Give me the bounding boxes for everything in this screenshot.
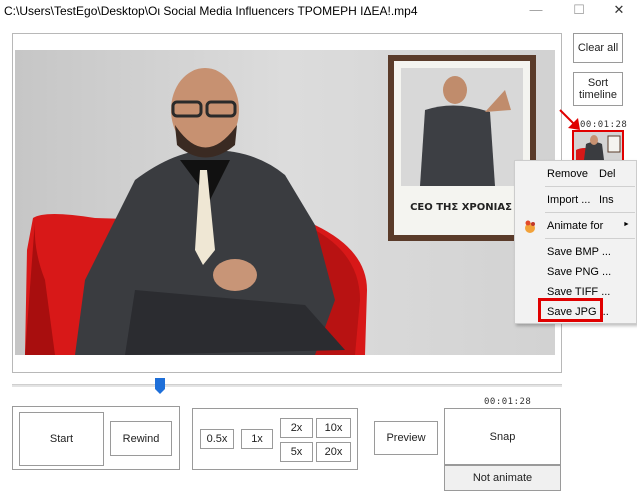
menu-item-remove[interactable]: Remove Del [515, 164, 637, 184]
menu-item-import[interactable]: Import ... Ins [515, 190, 637, 210]
menu-separator [545, 186, 635, 187]
menu-item-label: Save PNG ... [547, 266, 612, 278]
menu-item-save-bmp[interactable]: Save BMP ... [515, 242, 637, 262]
snap-timecode: 00:01:28 [484, 397, 532, 407]
timeline-thumbnail[interactable] [572, 130, 624, 162]
menu-separator [545, 212, 635, 213]
speed-10x-button[interactable]: 10x [316, 418, 351, 438]
not-animate-button[interactable]: Not animate [444, 465, 561, 491]
poster-caption: CEO ΤΗΣ ΧΡΟΝΙΑΣ [410, 202, 512, 213]
menu-item-label: Import ... [547, 194, 591, 206]
preview-button[interactable]: Preview [374, 421, 438, 455]
speed-0-5x-button[interactable]: 0.5x [200, 429, 234, 449]
pointer-arrow-icon [559, 109, 580, 130]
video-preview[interactable]: CEO ΤΗΣ ΧΡΟΝΙΑΣ [15, 50, 555, 355]
start-button[interactable]: Start [19, 412, 104, 466]
maximize-button[interactable]: ☐ [564, 0, 594, 22]
submenu-arrow-icon: ► [623, 221, 630, 228]
speed-2x-button[interactable]: 2x [280, 418, 313, 438]
window-title: C:\Users\TestEgo\Desktop\Οι Social Media… [4, 4, 418, 18]
menu-item-animate-for[interactable]: Animate for ► [515, 216, 637, 236]
speed-1x-button[interactable]: 1x [241, 429, 273, 449]
minimize-button[interactable]: — [521, 0, 551, 22]
menu-item-shortcut: Ins [599, 194, 614, 206]
sort-timeline-button[interactable]: Sort timeline [573, 72, 623, 106]
menu-item-label: Animate for [547, 220, 604, 232]
menu-separator [545, 238, 635, 239]
seek-slider-track[interactable] [12, 384, 562, 387]
save-jpg-highlight [538, 298, 603, 322]
animate-icon [525, 220, 535, 233]
menu-item-shortcut: Del [599, 168, 616, 180]
rewind-button[interactable]: Rewind [110, 421, 172, 456]
close-button[interactable]: ✕ [604, 0, 634, 22]
speed-5x-button[interactable]: 5x [280, 442, 313, 462]
clear-all-button[interactable]: Clear all [573, 33, 623, 63]
snap-button[interactable]: Snap [444, 408, 561, 465]
speed-20x-button[interactable]: 20x [316, 442, 351, 462]
menu-item-label: Save BMP ... [547, 246, 611, 258]
seek-slider-thumb[interactable] [155, 378, 165, 394]
thumbnail-timecode: 00:01:28 [580, 120, 628, 130]
menu-item-save-png[interactable]: Save PNG ... [515, 262, 637, 282]
thumbnail-image [574, 132, 622, 160]
title-bar: C:\Users\TestEgo\Desktop\Οι Social Media… [0, 0, 637, 22]
menu-item-label: Save TIFF ... [547, 286, 611, 298]
menu-item-label: Remove [547, 168, 588, 180]
